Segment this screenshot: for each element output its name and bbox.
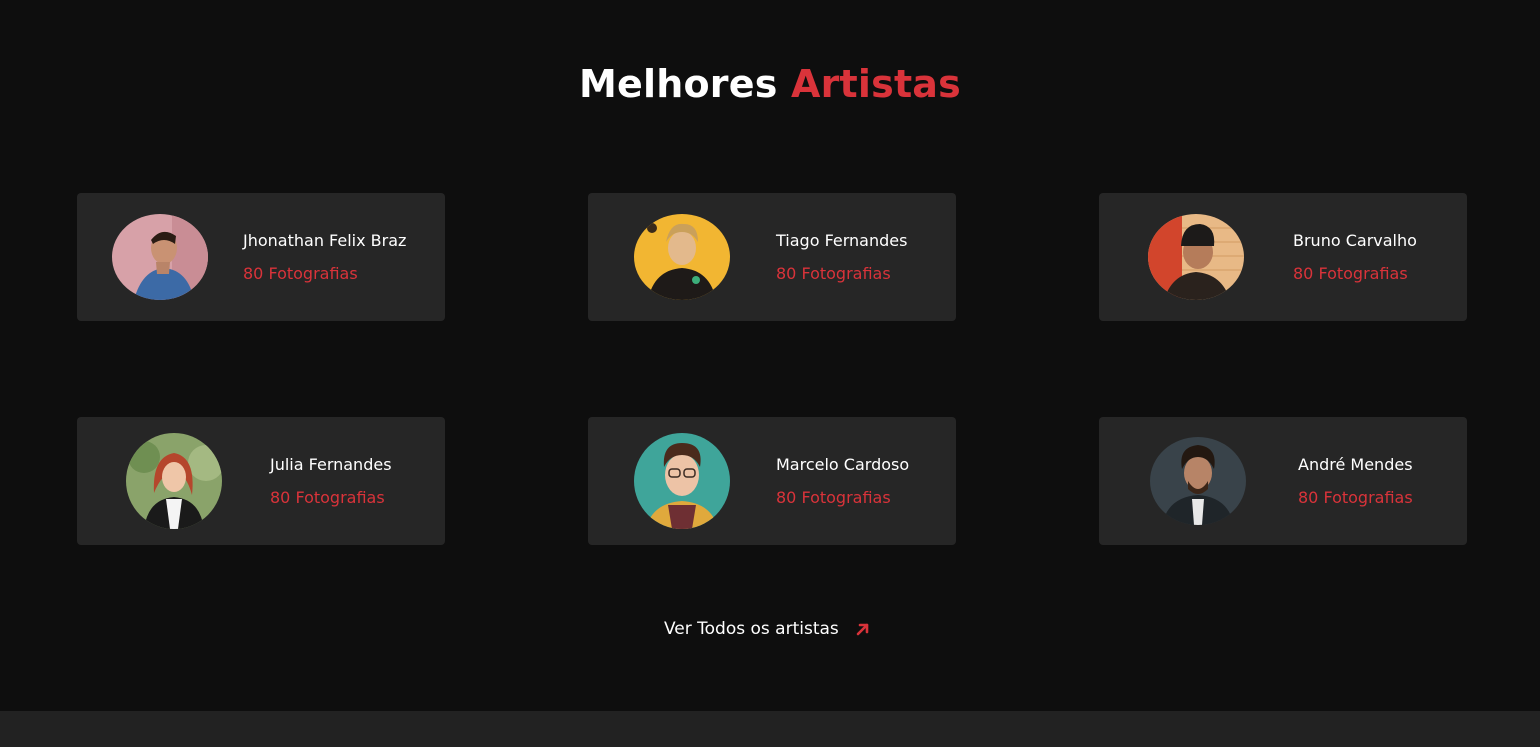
artist-card[interactable]: Bruno Carvalho 80 Fotografias <box>1099 193 1467 321</box>
artist-name[interactable]: Bruno Carvalho <box>1293 231 1417 250</box>
artist-card[interactable]: André Mendes 80 Fotografias <box>1099 417 1467 545</box>
artist-card[interactable]: Marcelo Cardoso 80 Fotografias <box>588 417 956 545</box>
artist-photo-icon <box>1150 437 1246 525</box>
arrow-up-right-icon <box>856 623 869 636</box>
artist-name[interactable]: Tiago Fernandes <box>776 231 907 250</box>
artist-photo-count: 80 Fotografias <box>776 488 891 507</box>
section-title: Melhores Artistas <box>0 62 1540 106</box>
artist-avatar[interactable] <box>634 214 730 300</box>
artist-avatar[interactable] <box>112 214 208 300</box>
artist-photo-count: 80 Fotografias <box>1298 488 1413 507</box>
artist-photo-icon <box>112 214 208 300</box>
artist-card[interactable]: Tiago Fernandes 80 Fotografias <box>588 193 956 321</box>
view-all-artists-link[interactable]: Ver Todos os artistas <box>664 617 871 641</box>
artist-photo-icon <box>126 433 222 529</box>
artist-name[interactable]: Marcelo Cardoso <box>776 455 909 474</box>
artist-avatar[interactable] <box>634 433 730 529</box>
artist-photo-count: 80 Fotografias <box>270 488 385 507</box>
artist-photo-count: 80 Fotografias <box>1293 264 1408 283</box>
artist-photo-count: 80 Fotografias <box>243 264 358 283</box>
artist-name[interactable]: Julia Fernandes <box>270 455 392 474</box>
artist-card[interactable]: Julia Fernandes 80 Fotografias <box>77 417 445 545</box>
artist-name[interactable]: André Mendes <box>1298 455 1413 474</box>
best-artists-section: Melhores Artistas Jhonathan Felix Braz 8… <box>0 0 1540 711</box>
artist-avatar[interactable] <box>1148 214 1244 300</box>
artist-card[interactable]: Jhonathan Felix Braz 80 Fotografias <box>77 193 445 321</box>
artist-avatar[interactable] <box>126 433 222 529</box>
title-accent: Artistas <box>790 62 961 106</box>
artist-photo-count: 80 Fotografias <box>776 264 891 283</box>
view-all-label: Ver Todos os artistas <box>664 619 839 639</box>
artist-photo-icon <box>1148 214 1244 300</box>
title-prefix: Melhores <box>579 62 778 106</box>
artist-avatar[interactable] <box>1150 437 1246 525</box>
artist-name[interactable]: Jhonathan Felix Braz <box>243 231 406 250</box>
artist-photo-icon <box>634 214 730 300</box>
artist-photo-icon <box>634 433 730 529</box>
footer-strip <box>0 711 1540 747</box>
